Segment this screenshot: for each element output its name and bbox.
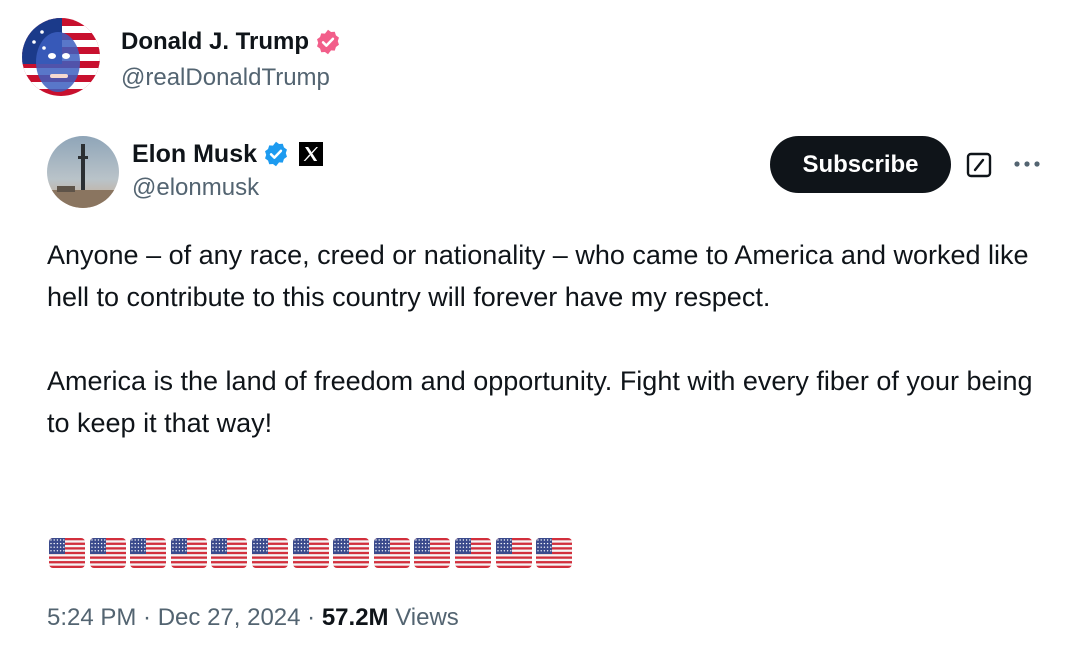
tweet-text: Anyone – of any race, creed or nationali… (47, 234, 1047, 444)
us-flag-emoji (495, 538, 532, 568)
x-logo-icon[interactable] (299, 142, 324, 166)
us-flag-emoji (251, 538, 288, 568)
meta-separator: · (300, 604, 322, 631)
us-flag-emoji (373, 538, 410, 568)
outer-author-header: Donald J. Trump @realDonaldTrump (22, 18, 342, 100)
us-flag-emoji (454, 538, 491, 568)
tweet-meta: 5:24 PM · Dec 27, 2024 · 57.2M Views (47, 602, 459, 634)
outer-author-avatar[interactable] (22, 18, 100, 96)
us-flag-emoji (414, 538, 451, 568)
us-flag-emoji (292, 538, 329, 568)
verified-badge-icon[interactable] (314, 28, 342, 56)
flag-emoji-row (49, 538, 577, 568)
grok-icon[interactable] (964, 150, 994, 180)
us-flag-emoji (170, 538, 207, 568)
subscribe-button[interactable]: Subscribe (770, 136, 951, 193)
views-label: Views (388, 604, 459, 631)
inner-author-handle[interactable]: @elonmusk (132, 173, 323, 203)
tweet-paragraph: America is the land of freedom and oppor… (47, 366, 1033, 438)
outer-author-name[interactable]: Donald J. Trump (121, 27, 309, 57)
verified-badge-icon[interactable] (262, 140, 290, 168)
inner-author-name[interactable]: Elon Musk (132, 139, 257, 169)
inner-author-header: Elon Musk @elonmusk (47, 136, 324, 208)
us-flag-emoji (130, 538, 167, 568)
views-count: 57.2M (321, 604, 389, 631)
us-flag-emoji (211, 538, 248, 568)
tweet-time[interactable]: 5:24 PM (47, 604, 136, 631)
more-options-icon[interactable] (1010, 150, 1044, 178)
outer-author-handle[interactable]: @realDonaldTrump (121, 63, 342, 93)
tweet-paragraph: Anyone – of any race, creed or nationali… (47, 240, 1029, 312)
inner-author-avatar[interactable] (47, 136, 119, 208)
us-flag-emoji (49, 538, 85, 568)
us-flag-emoji (333, 538, 370, 568)
meta-separator: · (136, 604, 158, 631)
tweet-date[interactable]: Dec 27, 2024 (158, 604, 301, 631)
us-flag-emoji (536, 538, 573, 568)
us-flag-emoji (89, 538, 126, 568)
